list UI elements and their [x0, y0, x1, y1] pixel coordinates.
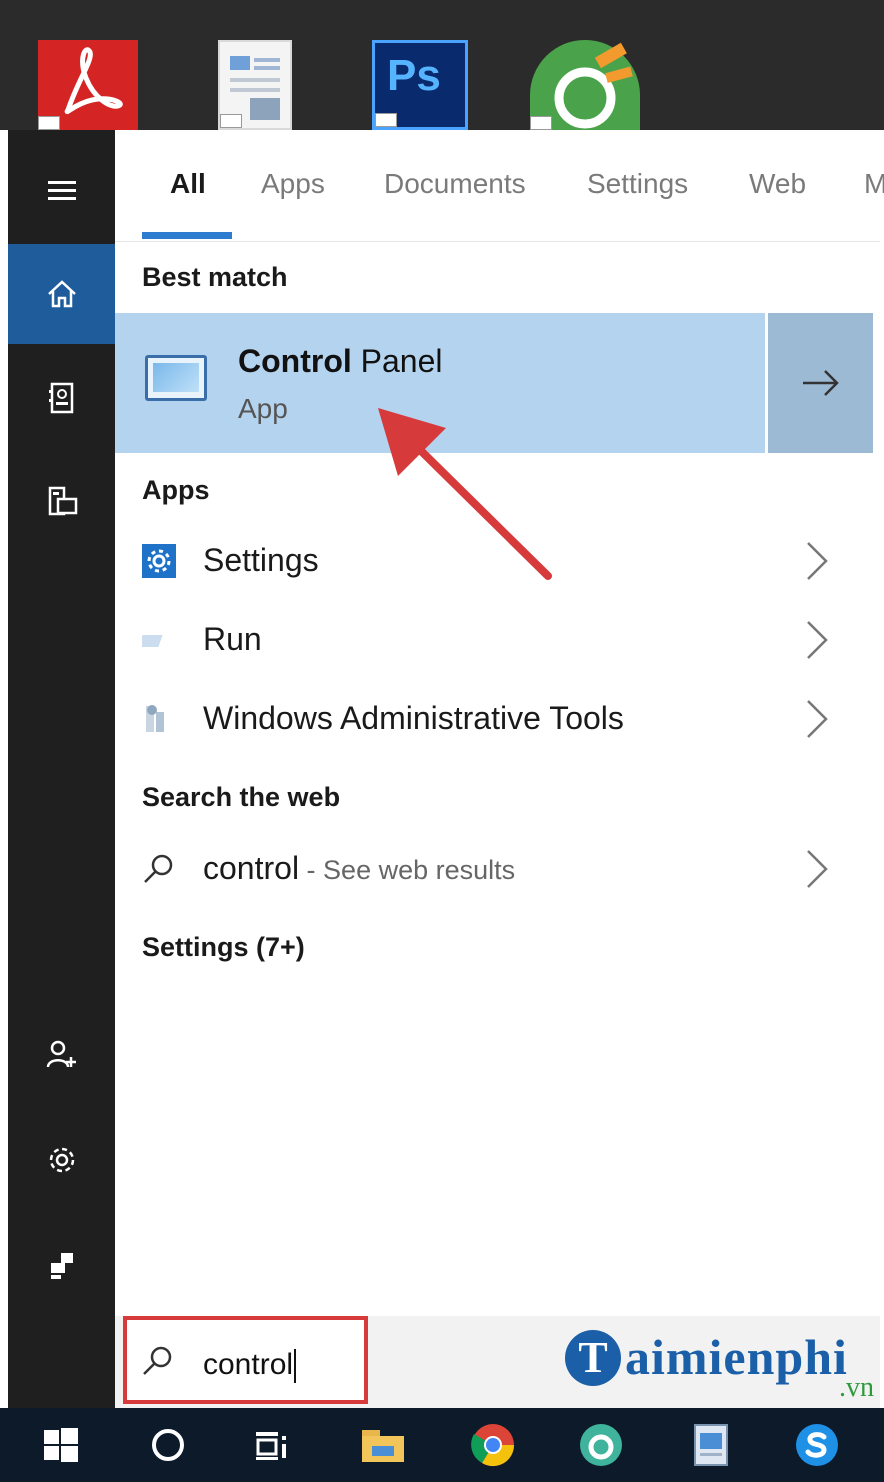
- filter-tabs: All Apps Documents Settings Web M: [115, 130, 884, 242]
- search-web-heading: Search the web: [142, 782, 341, 812]
- tab-web[interactable]: Web: [749, 168, 806, 200]
- search-bar: control T aimienphi .vn: [115, 1316, 880, 1408]
- list-item-label: Windows Administrative Tools: [203, 700, 624, 736]
- hamburger-menu-icon[interactable]: [8, 140, 115, 240]
- list-item-run[interactable]: Run: [115, 605, 880, 683]
- tab-settings[interactable]: Settings: [587, 168, 688, 200]
- gear-icon[interactable]: [8, 1110, 115, 1210]
- documents-icon[interactable]: [8, 348, 115, 448]
- admin-tools-icon: [142, 702, 176, 736]
- shortcut-arrow-icon: [530, 116, 552, 130]
- chevron-right-icon: [807, 542, 828, 580]
- devices-icon[interactable]: [8, 452, 115, 552]
- open-details-button[interactable]: [765, 313, 873, 453]
- list-item-label: control - See web results: [203, 850, 516, 886]
- search-query: control: [203, 1348, 297, 1384]
- cortana-icon[interactable]: [145, 1422, 191, 1468]
- chrome-icon[interactable]: [470, 1422, 516, 1468]
- home-icon[interactable]: [8, 244, 115, 344]
- settings-gear-icon: [142, 544, 176, 578]
- watermark-logo: T aimienphi .vn: [565, 1326, 880, 1403]
- start-menu-rail: [8, 130, 115, 1408]
- photoshop-icon[interactable]: Ps: [372, 40, 468, 130]
- arrow-right-icon: [802, 370, 839, 396]
- watermark-logo-letter: T: [565, 1330, 621, 1386]
- watermark-text: aimienphi: [625, 1329, 848, 1385]
- text-cursor: [294, 1349, 297, 1384]
- search-results-panel: All Apps Documents Settings Web M Best m…: [115, 130, 884, 1408]
- windows-start-icon[interactable]: [38, 1422, 84, 1468]
- annotation-arrow-icon: [378, 408, 552, 580]
- add-user-icon[interactable]: [8, 1004, 115, 1104]
- apps-heading: Apps: [142, 475, 210, 505]
- shortcut-arrow-icon: [38, 116, 60, 130]
- watermark-tld: .vn: [839, 1372, 874, 1403]
- shortcut-arrow-icon: [375, 113, 397, 127]
- skype-icon[interactable]: [794, 1422, 840, 1468]
- tab-all[interactable]: All: [170, 168, 206, 200]
- task-view-icon[interactable]: [248, 1422, 294, 1468]
- best-match-type: App: [238, 393, 288, 424]
- coccoc-icon[interactable]: [578, 1422, 624, 1468]
- tab-apps[interactable]: Apps: [261, 168, 325, 200]
- document-icon[interactable]: [218, 40, 292, 130]
- control-panel-icon: [145, 355, 207, 401]
- list-item-label: Settings: [203, 542, 319, 578]
- adobe-acrobat-icon[interactable]: [38, 40, 138, 130]
- chevron-right-icon: [807, 700, 828, 738]
- screen: Ps All Apps Documents Settings Web M Bes…: [0, 0, 884, 1482]
- tab-more[interactable]: M: [864, 168, 884, 200]
- search-icon: [143, 1346, 172, 1375]
- coccoc-browser-icon[interactable]: [530, 40, 640, 130]
- search-input[interactable]: control: [123, 1316, 368, 1404]
- photoshop-label: Ps: [387, 51, 441, 100]
- chevron-right-icon: [807, 621, 828, 659]
- shortcut-arrow-icon: [220, 114, 242, 128]
- taskbar: [0, 1408, 884, 1482]
- settings-group-heading[interactable]: Settings (7+): [142, 932, 305, 963]
- search-icon: [144, 854, 173, 883]
- photo-viewer-icon[interactable]: [688, 1422, 734, 1468]
- active-tab-indicator: [142, 232, 232, 239]
- run-icon: [138, 623, 176, 657]
- chevron-right-icon: [807, 850, 828, 888]
- file-explorer-icon[interactable]: [360, 1422, 406, 1468]
- desktop-background: Ps: [0, 0, 884, 130]
- best-match-title: Control Panel: [238, 343, 443, 379]
- list-item-admin-tools[interactable]: Windows Administrative Tools: [115, 684, 880, 762]
- best-match-heading: Best match: [142, 262, 288, 292]
- list-item-label: Run: [203, 621, 262, 657]
- list-item-web-search[interactable]: control - See web results: [115, 834, 880, 912]
- tab-documents[interactable]: Documents: [384, 168, 526, 200]
- user-icon[interactable]: [8, 1216, 115, 1316]
